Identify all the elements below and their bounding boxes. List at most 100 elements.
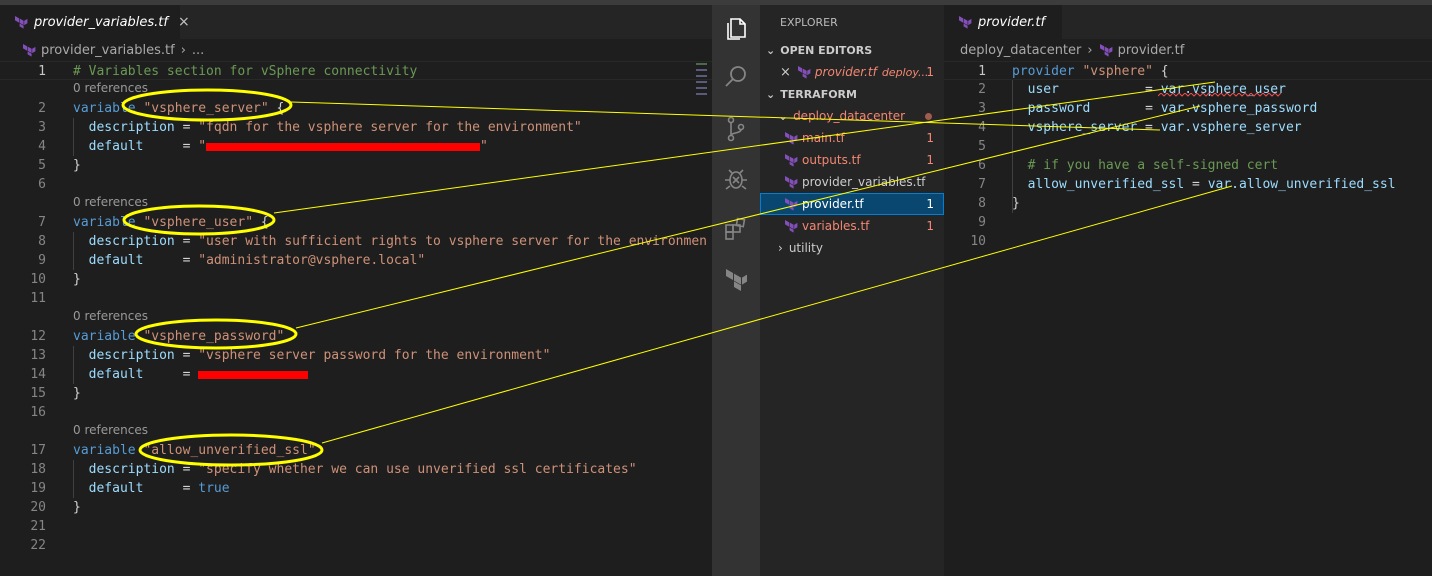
code-line[interactable]: 6 <box>0 175 712 194</box>
close-icon[interactable]: × <box>178 14 190 30</box>
code-line[interactable]: 11 <box>0 289 712 308</box>
left-code-editor[interactable]: 1 # Variables section for vSphere connect… <box>0 61 712 576</box>
code-line[interactable]: 9 default = "administrator@vsphere.local… <box>0 251 712 270</box>
code-line[interactable]: 5} <box>0 156 712 175</box>
breadcrumb-file[interactable]: provider_variables.tf <box>41 43 175 58</box>
search-icon[interactable] <box>722 63 750 91</box>
code-line[interactable]: 10 <box>944 232 1432 251</box>
folder-utility[interactable]: › utility <box>760 237 944 259</box>
code-line[interactable]: 8 description = "user with sufficient ri… <box>0 232 712 251</box>
minimap[interactable] <box>694 61 710 101</box>
code-line[interactable]: 15} <box>0 384 712 403</box>
line-number: 15 <box>30 386 46 401</box>
line-number: 14 <box>30 367 46 382</box>
open-editors-label: OPEN EDITORS <box>780 43 873 57</box>
code-line[interactable]: 4 default = "testvc.automationserver.vir… <box>0 137 712 156</box>
code-line[interactable]: 14 default = "P@ssw0rd!" <box>0 365 712 384</box>
indent-guide <box>73 232 74 270</box>
code-token: "vsphere server password for the environ… <box>198 348 551 363</box>
code-lens-references[interactable]: 0 references <box>73 309 148 323</box>
code-token: " <box>198 139 207 154</box>
code-text: default = "administrator@vsphere.local" <box>73 251 426 270</box>
line-number: 10 <box>30 272 46 287</box>
file-item[interactable]: outputs.tf 1 <box>760 149 944 171</box>
code-token: allow_unverified_ssl <box>1027 177 1185 192</box>
open-editors-header[interactable]: ⌄ OPEN EDITORS <box>760 39 944 61</box>
code-line[interactable]: 3 description = "fqdn for the vsphere se… <box>0 118 712 137</box>
code-line[interactable]: 17 variable "allow_unverified_ssl" <box>0 441 712 460</box>
folder-name: deploy_datacenter <box>793 109 906 123</box>
code-line[interactable]: 3 password = var.vsphere_password <box>944 99 1432 118</box>
code-line[interactable]: 16 <box>0 403 712 422</box>
code-line[interactable]: 18 description = "specify whether we can… <box>0 460 712 479</box>
code-token: } <box>73 386 81 401</box>
code-token: = <box>174 120 199 135</box>
folder-deploy-datacenter[interactable]: ⌄ deploy_datacenter <box>760 105 944 127</box>
breadcrumb: provider_variables.tf › ... <box>22 39 204 61</box>
code-line[interactable]: 2 variable "vsphere_server" { <box>0 99 712 118</box>
open-editor-desc: deploy... <box>881 65 929 79</box>
code-line[interactable]: 22 <box>0 536 712 555</box>
right-code-editor[interactable]: 1 provider "vsphere" {2 user = var.vspher… <box>944 61 1432 576</box>
code-token: default <box>88 253 144 268</box>
code-token: user <box>1027 82 1059 97</box>
breadcrumb-folder[interactable]: deploy_datacenter <box>960 43 1081 58</box>
code-line[interactable]: 21 <box>0 517 712 536</box>
source-control-icon[interactable] <box>722 115 750 143</box>
file-item[interactable]: variables.tf 1 <box>760 215 944 237</box>
code-line[interactable]: 19 default = true <box>0 479 712 498</box>
code-line[interactable]: 5 <box>944 137 1432 156</box>
breadcrumb-file[interactable]: provider.tf <box>1118 43 1185 58</box>
line-number: 16 <box>30 405 46 420</box>
code-line[interactable]: 7 variable "vsphere_user" { <box>0 213 712 232</box>
code-line[interactable]: 12 variable "vsphere_password" <box>0 327 712 346</box>
line-number: 20 <box>30 500 46 515</box>
file-item[interactable]: provider_variables.tf <box>760 171 944 193</box>
terraform-icon[interactable] <box>722 265 750 293</box>
close-icon[interactable]: × <box>780 65 791 80</box>
code-token: vsphere_server <box>1027 120 1138 135</box>
code-line[interactable]: 8} <box>944 194 1432 213</box>
code-line[interactable]: 20} <box>0 498 712 517</box>
breadcrumb-more[interactable]: ... <box>192 43 204 58</box>
code-line[interactable]: 10} <box>0 270 712 289</box>
line-number: 22 <box>30 538 46 553</box>
problem-badge: 1 <box>926 131 934 145</box>
extensions-icon[interactable] <box>722 215 750 243</box>
code-lens-references[interactable]: 0 references <box>73 423 148 437</box>
code-text: password = var.vsphere_password <box>1012 99 1318 118</box>
code-lens-references[interactable]: 0 references <box>73 81 148 95</box>
code-text: # Variables section for vSphere connecti… <box>73 62 417 81</box>
code-token: = <box>143 253 199 268</box>
code-line[interactable]: 13 description = "vsphere server passwor… <box>0 346 712 365</box>
file-name: outputs.tf <box>802 153 861 167</box>
file-item[interactable]: main.tf 1 <box>760 127 944 149</box>
code-token: description <box>88 234 175 249</box>
code-text: description = "fqdn for the vsphere serv… <box>73 118 582 137</box>
code-line[interactable]: 1 # Variables section for vSphere connect… <box>0 61 712 80</box>
code-line[interactable]: 9 <box>944 213 1432 232</box>
file-item[interactable]: provider.tf 1 <box>760 193 944 215</box>
debug-icon[interactable] <box>722 165 750 193</box>
terraform-file-icon <box>23 44 36 57</box>
file-name: provider_variables.tf <box>802 175 926 189</box>
code-text: } <box>73 156 81 175</box>
code-text: description = "specify whether we can us… <box>73 460 637 479</box>
tab-provider[interactable]: provider.tf <box>944 5 1062 39</box>
code-line[interactable]: 7 allow_unverified_ssl = var.allow_unver… <box>944 175 1432 194</box>
code-lens-references[interactable]: 0 references <box>73 195 148 209</box>
code-line[interactable]: 1 provider "vsphere" { <box>944 61 1432 80</box>
open-editor-item[interactable]: × provider.tf deploy... 1 <box>760 61 944 83</box>
explorer-icon[interactable] <box>722 15 750 43</box>
code-text: variable "allow_unverified_ssl" <box>73 441 316 460</box>
tab-provider-variables[interactable]: provider_variables.tf × <box>0 5 190 39</box>
code-line[interactable]: 4 vsphere_server = var.vsphere_server <box>944 118 1432 137</box>
code-line[interactable]: 6 # if you have a self-signed cert <box>944 156 1432 175</box>
workspace-header[interactable]: ⌄ TERRAFORM <box>760 83 944 105</box>
